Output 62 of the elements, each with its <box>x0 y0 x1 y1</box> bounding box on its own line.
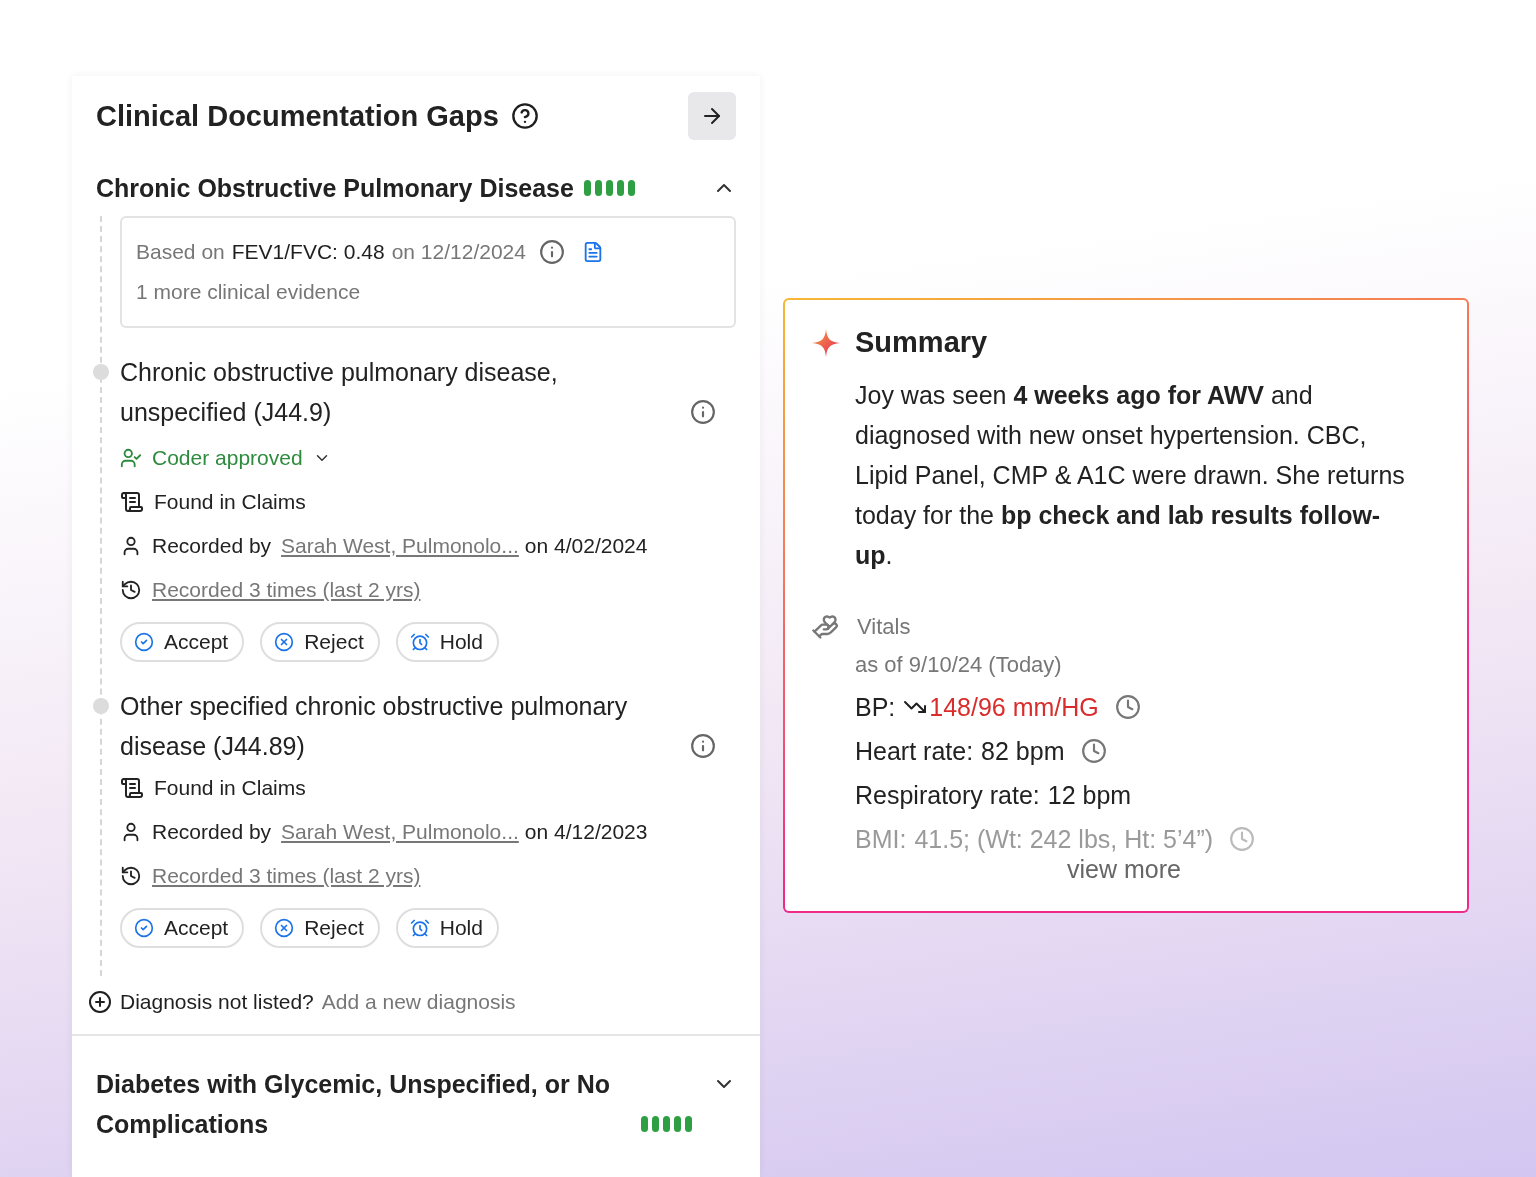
hold-button[interactable]: Hold <box>395 622 499 662</box>
reject-button[interactable]: Reject <box>260 908 380 948</box>
vital-label: BP: <box>855 692 896 723</box>
document-icon <box>120 490 144 514</box>
more-evidence-text: 1 more clinical evidence <box>136 279 362 305</box>
x-circle-icon <box>274 918 295 938</box>
hold-button[interactable]: Hold <box>395 908 499 948</box>
forward-button[interactable] <box>688 92 736 140</box>
source-text: Found in Claims <box>154 489 306 515</box>
condition-title: Chronic Obstructive Pulmonary Disease <box>96 173 574 204</box>
info-icon[interactable] <box>538 239 565 265</box>
condition-title: Diabetes with Glycemic, Unspecified, or No Complications <box>96 1069 612 1140</box>
provider-link[interactable]: Sarah West, Pulmonolo... <box>281 524 519 568</box>
diagnosis-name: Chronic obstructive pulmonary disease, unspecified (J44.9) <box>120 357 559 428</box>
document-icon <box>120 776 144 800</box>
source-text: Found in Claims <box>154 775 306 801</box>
provider-link[interactable]: Sarah West, Pulmonolo... <box>281 810 519 854</box>
hand-heart-icon <box>811 613 839 641</box>
info-icon[interactable] <box>690 399 716 425</box>
view-more-button[interactable]: view more <box>1067 855 1181 884</box>
info-icon[interactable] <box>690 733 716 759</box>
status-dropdown[interactable]: Coder approved <box>120 436 331 480</box>
x-circle-icon <box>274 632 295 652</box>
vital-label: BMI: <box>855 824 907 855</box>
panel-title: Clinical Documentation Gaps <box>96 99 499 133</box>
vital-value: 41.5; (Wt: 242 lbs, Ht: 5’4”) <box>914 824 1214 855</box>
recorded-label: Recorded by <box>152 533 272 559</box>
add-diagnosis-link[interactable]: Add a new diagnosis <box>321 990 516 1014</box>
user-check-icon <box>120 447 142 469</box>
check-circle-icon <box>134 632 154 652</box>
alarm-clock-icon <box>409 918 430 938</box>
vitals-label: Vitals <box>857 614 911 640</box>
add-icon[interactable] <box>88 990 112 1014</box>
accept-button[interactable]: Accept <box>120 622 245 662</box>
vital-value: 12 bpm <box>1047 780 1132 811</box>
add-prompt: Diagnosis not listed? <box>120 990 314 1014</box>
vital-label: Respiratory rate: <box>855 780 1040 811</box>
check-circle-icon <box>134 918 154 938</box>
diagnosis-name: Other specified chronic obstructive pulmonary disease (J44.89) <box>120 691 629 762</box>
timeline-dot <box>93 698 109 714</box>
evidence-label: Based on <box>136 239 225 265</box>
accept-button[interactable]: Accept <box>120 908 245 948</box>
vitals-date: as of 9/10/24 (Today) <box>855 651 1063 679</box>
recorded-date: on 4/12/2023 <box>524 819 648 845</box>
summary-text: Joy was seen 4 weeks ago for AWV and diagnosed with new onset hypertension. CBC, Lipid Panel, CMP & A1C were drawn. She returns today for the bp check and lab results follow-up. <box>855 380 1406 571</box>
evidence-date: on 12/12/2024 <box>391 239 526 265</box>
reject-button[interactable]: Reject <box>260 622 380 662</box>
history-icon <box>120 579 142 601</box>
recorded-label: Recorded by <box>152 819 272 845</box>
history-icon <box>120 865 142 887</box>
vital-value: 148/96 mm/HG <box>929 692 1099 723</box>
vital-value: 82 bpm <box>981 736 1065 767</box>
alarm-clock-icon <box>409 632 430 652</box>
evidence-value: FEV1/FVC: 0.48 <box>231 239 385 265</box>
help-icon[interactable] <box>510 102 539 130</box>
vital-label: Heart rate: <box>855 736 974 767</box>
summary-title: Summary <box>855 326 988 359</box>
history-link[interactable]: Recorded 3 times (last 2 yrs) <box>152 854 421 898</box>
clock-icon[interactable] <box>1114 694 1141 720</box>
recorded-date: on 4/02/2024 <box>524 533 648 559</box>
clock-icon[interactable] <box>1080 738 1107 764</box>
history-link[interactable]: Recorded 3 times (last 2 yrs) <box>152 568 421 612</box>
